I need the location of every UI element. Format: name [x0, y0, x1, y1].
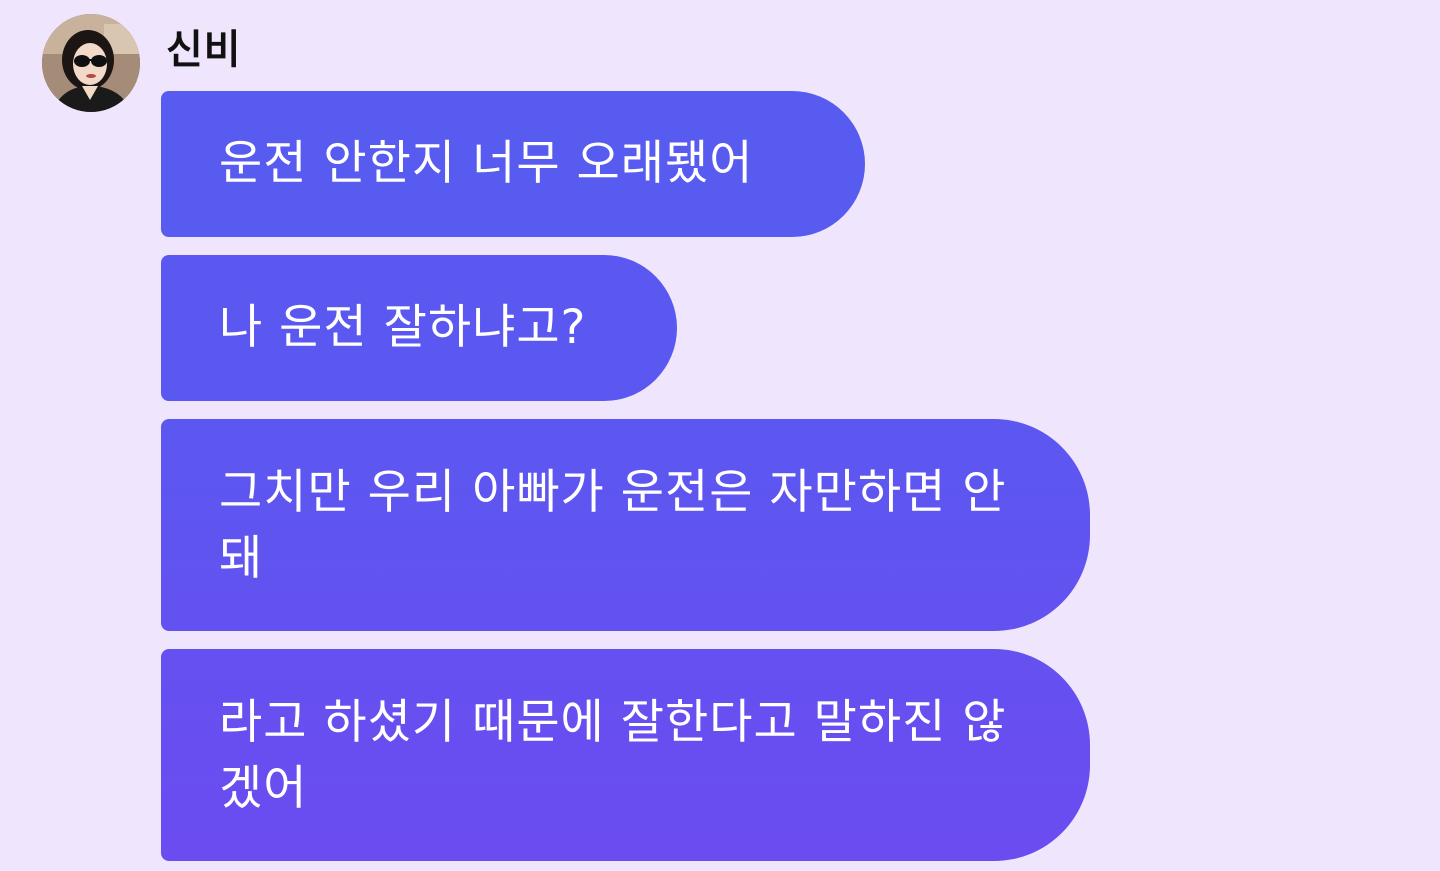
avatar-photo-icon: [42, 14, 140, 112]
message-text: 그치만 우리 아빠가 운전은 자만하면 안돼: [219, 465, 1007, 586]
chat-view: 신비 운전 안한지 너무 오래됐어 나 운전 잘하냐고? 그치만 우리 아빠가 …: [0, 0, 1440, 871]
sender-name: 신비: [166, 27, 242, 73]
message-bubble[interactable]: 라고 하셨기 때문에 잘한다고 말하진 않겠어: [161, 649, 1090, 861]
sender-avatar[interactable]: [42, 14, 140, 112]
message-text: 나 운전 잘하냐고?: [219, 300, 587, 355]
message-bubble[interactable]: 운전 안한지 너무 오래됐어: [161, 91, 865, 237]
message-bubble[interactable]: 그치만 우리 아빠가 운전은 자만하면 안돼: [161, 419, 1090, 631]
message-bubble[interactable]: 나 운전 잘하냐고?: [161, 255, 677, 401]
message-text: 운전 안한지 너무 오래됐어: [219, 136, 754, 191]
message-text: 라고 하셨기 때문에 잘한다고 말하진 않겠어: [219, 695, 1007, 816]
